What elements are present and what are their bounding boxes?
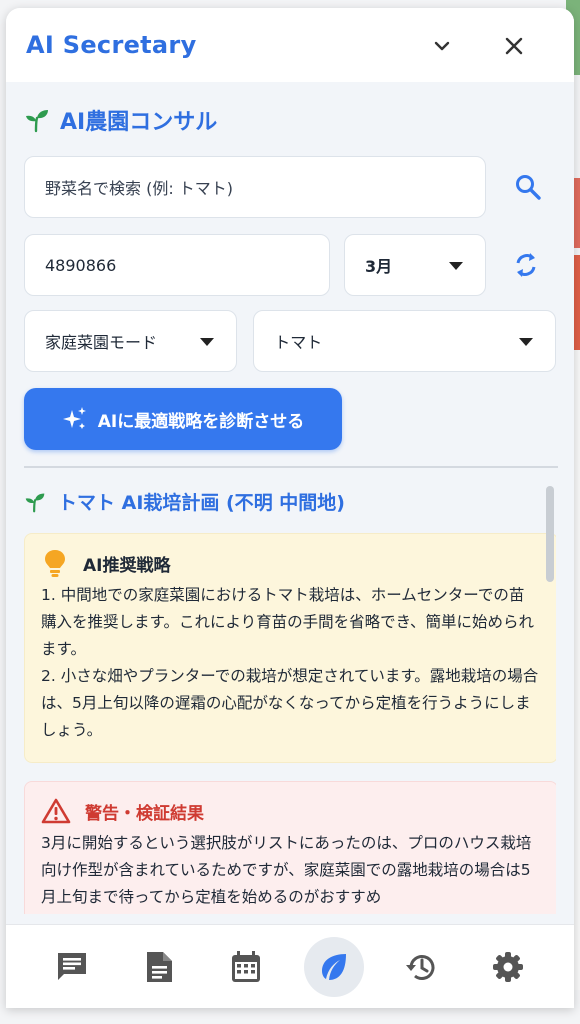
month-select[interactable]: 3月	[344, 234, 486, 296]
bottom-navigation	[6, 924, 574, 1008]
app-title: AI Secretary	[26, 31, 197, 59]
plan-title: トマト AI栽培計画 (不明 中間地)	[58, 492, 345, 514]
nav-calendar[interactable]	[216, 937, 276, 997]
history-icon	[405, 954, 435, 980]
section-header: AI農園コンサル	[24, 106, 556, 135]
warning-text: 3月に開始するという選択肢がリストにあったのは、プロのハウス栽培向け作型が含まれ…	[41, 834, 532, 906]
chat-icon	[57, 952, 86, 980]
mode-value: 家庭菜園モード	[45, 333, 158, 352]
leaf-icon	[321, 953, 346, 980]
vegetable-search-input[interactable]: 野菜名で検索 (例: トマト)	[24, 156, 486, 218]
strategy-card: AI推奨戦略 1. 中間地での家庭菜園におけるトマト栽培は、ホームセンターでの苗…	[24, 533, 556, 763]
mode-select[interactable]: 家庭菜園モード	[24, 310, 238, 372]
main-content: AI農園コンサル 野菜名で検索 (例: トマト) 4890866 3月 家庭菜園…	[6, 82, 574, 924]
search-icon	[516, 175, 541, 200]
strategy-card-title: AI推奨戦略	[83, 555, 171, 576]
scrollbar-thumb[interactable]	[546, 486, 554, 582]
strategy-line: 2. 小さな畑やプランターでの栽培が想定されています。露地栽培の場合は、5月上旬…	[41, 667, 539, 739]
dropdown-arrow-icon	[519, 338, 533, 346]
warning-card-title: 警告・検証結果	[85, 803, 204, 824]
search-placeholder: 野菜名で検索 (例: トマト)	[45, 179, 234, 198]
warning-card-header: 警告・検証結果	[41, 796, 539, 826]
warning-card: 警告・検証結果 3月に開始するという選択肢がリストにあったのは、プロのハウス栽培…	[24, 781, 556, 914]
diagnose-button-label: AIに最適戦略を診断させる	[97, 411, 305, 432]
plan-scroll-area[interactable]: トマト AI栽培計画 (不明 中間地) AI推奨戦略 1. 中間地での家庭菜園に…	[24, 468, 556, 914]
settings-icon	[493, 951, 524, 982]
title-bar: AI Secretary	[6, 8, 574, 82]
ai-secretary-panel: AI Secretary AI農園コンサル 野菜名で検索 (例: トマト) 48…	[6, 8, 574, 1008]
close-button[interactable]	[500, 32, 528, 60]
refresh-button[interactable]	[506, 245, 546, 285]
chevron-down-icon	[434, 41, 450, 51]
diagnose-button[interactable]: AIに最適戦略を診断させる	[24, 388, 342, 450]
calendar-icon	[232, 950, 261, 982]
dropdown-arrow-icon	[449, 262, 463, 270]
search-button[interactable]	[508, 167, 548, 207]
nav-garden[interactable]	[303, 936, 364, 997]
warning-icon	[41, 798, 71, 824]
postal-code-value: 4890866	[45, 255, 117, 275]
nav-history[interactable]	[391, 937, 451, 997]
month-value: 3月	[365, 257, 393, 276]
plan-header: トマト AI栽培計画 (不明 中間地)	[24, 488, 556, 515]
strategy-line: 1. 中間地での家庭菜園におけるトマト栽培は、ホームセンターでの苗購入を推奨しま…	[41, 586, 535, 658]
sprout-icon	[26, 110, 48, 133]
sync-icon	[516, 253, 536, 277]
sparkle-icon	[62, 407, 86, 429]
collapse-button[interactable]	[428, 32, 456, 60]
document-icon	[146, 951, 172, 982]
nav-settings[interactable]	[478, 937, 538, 997]
close-icon	[505, 37, 523, 55]
postal-code-input[interactable]: 4890866	[24, 234, 330, 296]
dropdown-arrow-icon	[200, 338, 215, 346]
nav-documents[interactable]	[129, 937, 189, 997]
crop-value: トマト	[274, 333, 323, 352]
strategy-card-header: AI推奨戦略	[41, 548, 539, 578]
nav-chat[interactable]	[42, 937, 102, 997]
crop-select[interactable]: トマト	[253, 310, 556, 372]
sprout-icon	[25, 493, 45, 512]
strategy-card-body: 1. 中間地での家庭菜園におけるトマト栽培は、ホームセンターでの苗購入を推奨しま…	[41, 582, 539, 744]
lightbulb-icon	[45, 550, 65, 577]
section-title: AI農園コンサル	[60, 110, 218, 135]
warning-card-body: 3月に開始するという選択肢がリストにあったのは、プロのハウス栽培向け作型が含まれ…	[41, 830, 539, 911]
